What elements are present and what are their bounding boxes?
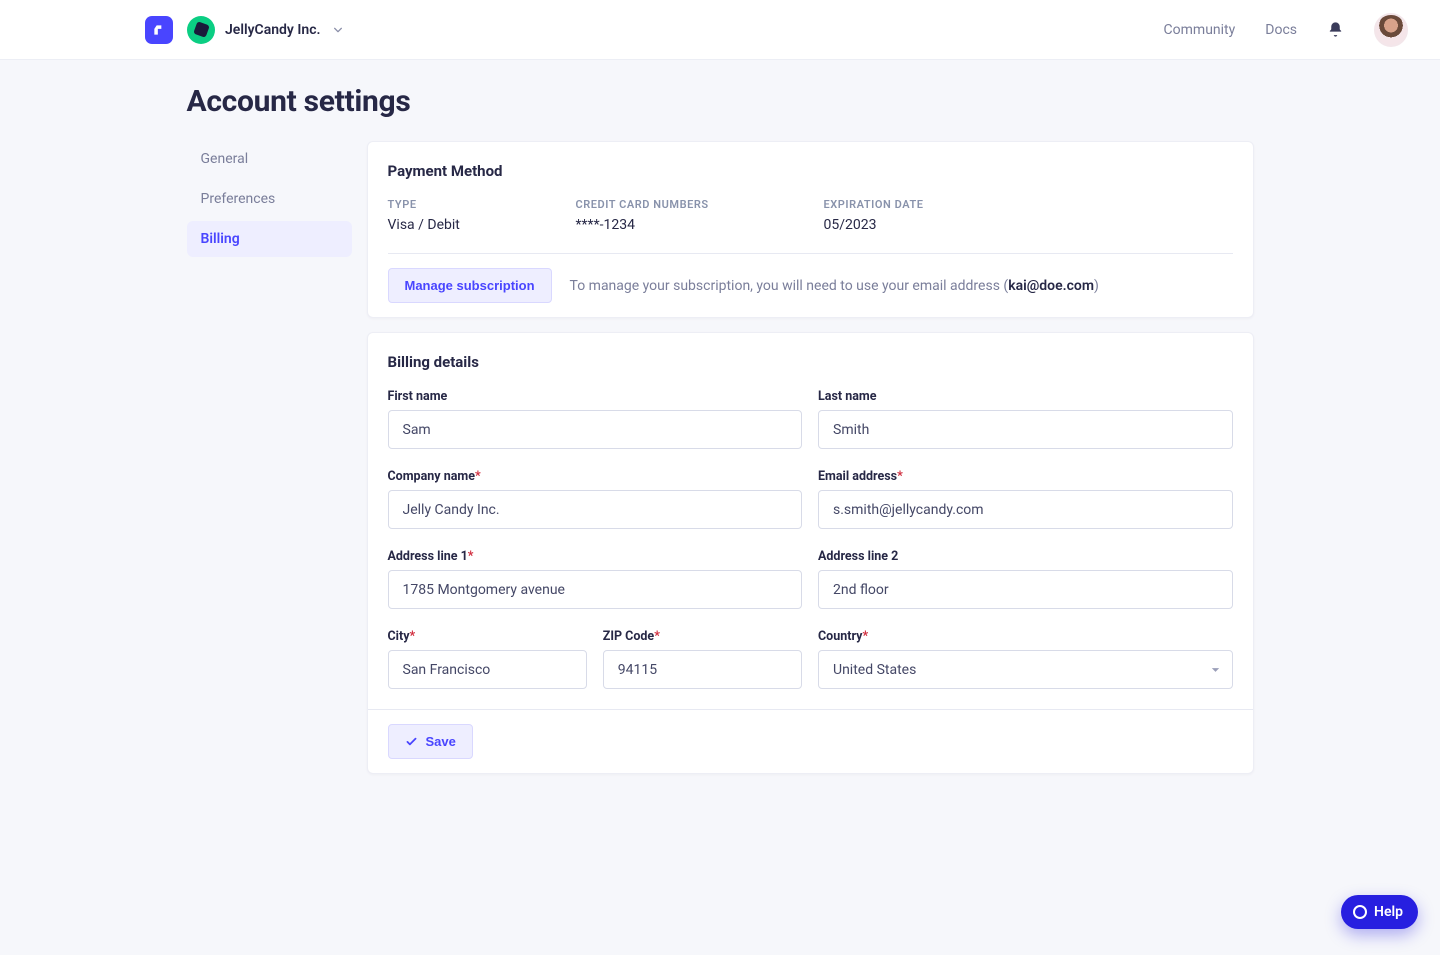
- last-name-label: Last name: [818, 389, 1233, 404]
- nav-community[interactable]: Community: [1164, 22, 1236, 38]
- save-button[interactable]: Save: [388, 724, 473, 759]
- top-navbar: JellyCandy Inc. Community Docs: [0, 0, 1440, 60]
- city-input[interactable]: [388, 650, 587, 689]
- addr2-input[interactable]: [818, 570, 1233, 609]
- sidebar-item-billing[interactable]: Billing: [187, 221, 352, 257]
- billing-details-card: Billing details First name Last name Com…: [367, 332, 1254, 774]
- payment-method-card: Payment Method TYPE Visa / Debit CREDIT …: [367, 141, 1254, 318]
- city-label: City*: [388, 629, 587, 644]
- pm-type-label: TYPE: [388, 198, 568, 211]
- settings-sidebar: General Preferences Billing: [187, 141, 352, 261]
- sidebar-item-general[interactable]: General: [187, 141, 352, 177]
- sidebar-item-preferences[interactable]: Preferences: [187, 181, 352, 217]
- addr1-label: Address line 1*: [388, 549, 803, 564]
- addr1-input[interactable]: [388, 570, 803, 609]
- org-logo: [187, 16, 215, 44]
- country-label: Country*: [818, 629, 1233, 644]
- company-label: Company name*: [388, 469, 803, 484]
- nav-docs[interactable]: Docs: [1265, 22, 1297, 38]
- email-label: Email address*: [818, 469, 1233, 484]
- org-switcher[interactable]: JellyCandy Inc.: [187, 16, 343, 44]
- user-avatar[interactable]: [1374, 13, 1408, 47]
- pm-exp-label: EXPIRATION DATE: [824, 198, 1233, 211]
- pm-type-value: Visa / Debit: [388, 217, 568, 233]
- app-logo[interactable]: [145, 16, 173, 44]
- check-icon: [405, 735, 418, 748]
- zip-label: ZIP Code*: [603, 629, 802, 644]
- addr2-label: Address line 2: [818, 549, 1233, 564]
- help-ring-icon: [1353, 905, 1367, 919]
- last-name-input[interactable]: [818, 410, 1233, 449]
- payment-method-heading: Payment Method: [388, 162, 1233, 180]
- first-name-input[interactable]: [388, 410, 803, 449]
- manage-subscription-button[interactable]: Manage subscription: [388, 268, 552, 303]
- help-fab[interactable]: Help: [1341, 895, 1418, 929]
- manage-subscription-hint: To manage your subscription, you will ne…: [570, 278, 1099, 294]
- zip-input[interactable]: [603, 650, 802, 689]
- pm-ccn-value: ****-1234: [576, 217, 816, 233]
- help-label: Help: [1374, 904, 1403, 920]
- first-name-label: First name: [388, 389, 803, 404]
- pm-ccn-label: CREDIT CARD NUMBERS: [576, 198, 816, 211]
- pm-exp-value: 05/2023: [824, 217, 1233, 233]
- chevron-down-icon: [333, 25, 343, 35]
- company-input[interactable]: [388, 490, 803, 529]
- org-name: JellyCandy Inc.: [225, 22, 321, 38]
- bell-icon[interactable]: [1327, 21, 1344, 38]
- billing-details-heading: Billing details: [388, 353, 1233, 371]
- page-title: Account settings: [187, 84, 1254, 119]
- email-input[interactable]: [818, 490, 1233, 529]
- country-select[interactable]: United States: [818, 650, 1233, 689]
